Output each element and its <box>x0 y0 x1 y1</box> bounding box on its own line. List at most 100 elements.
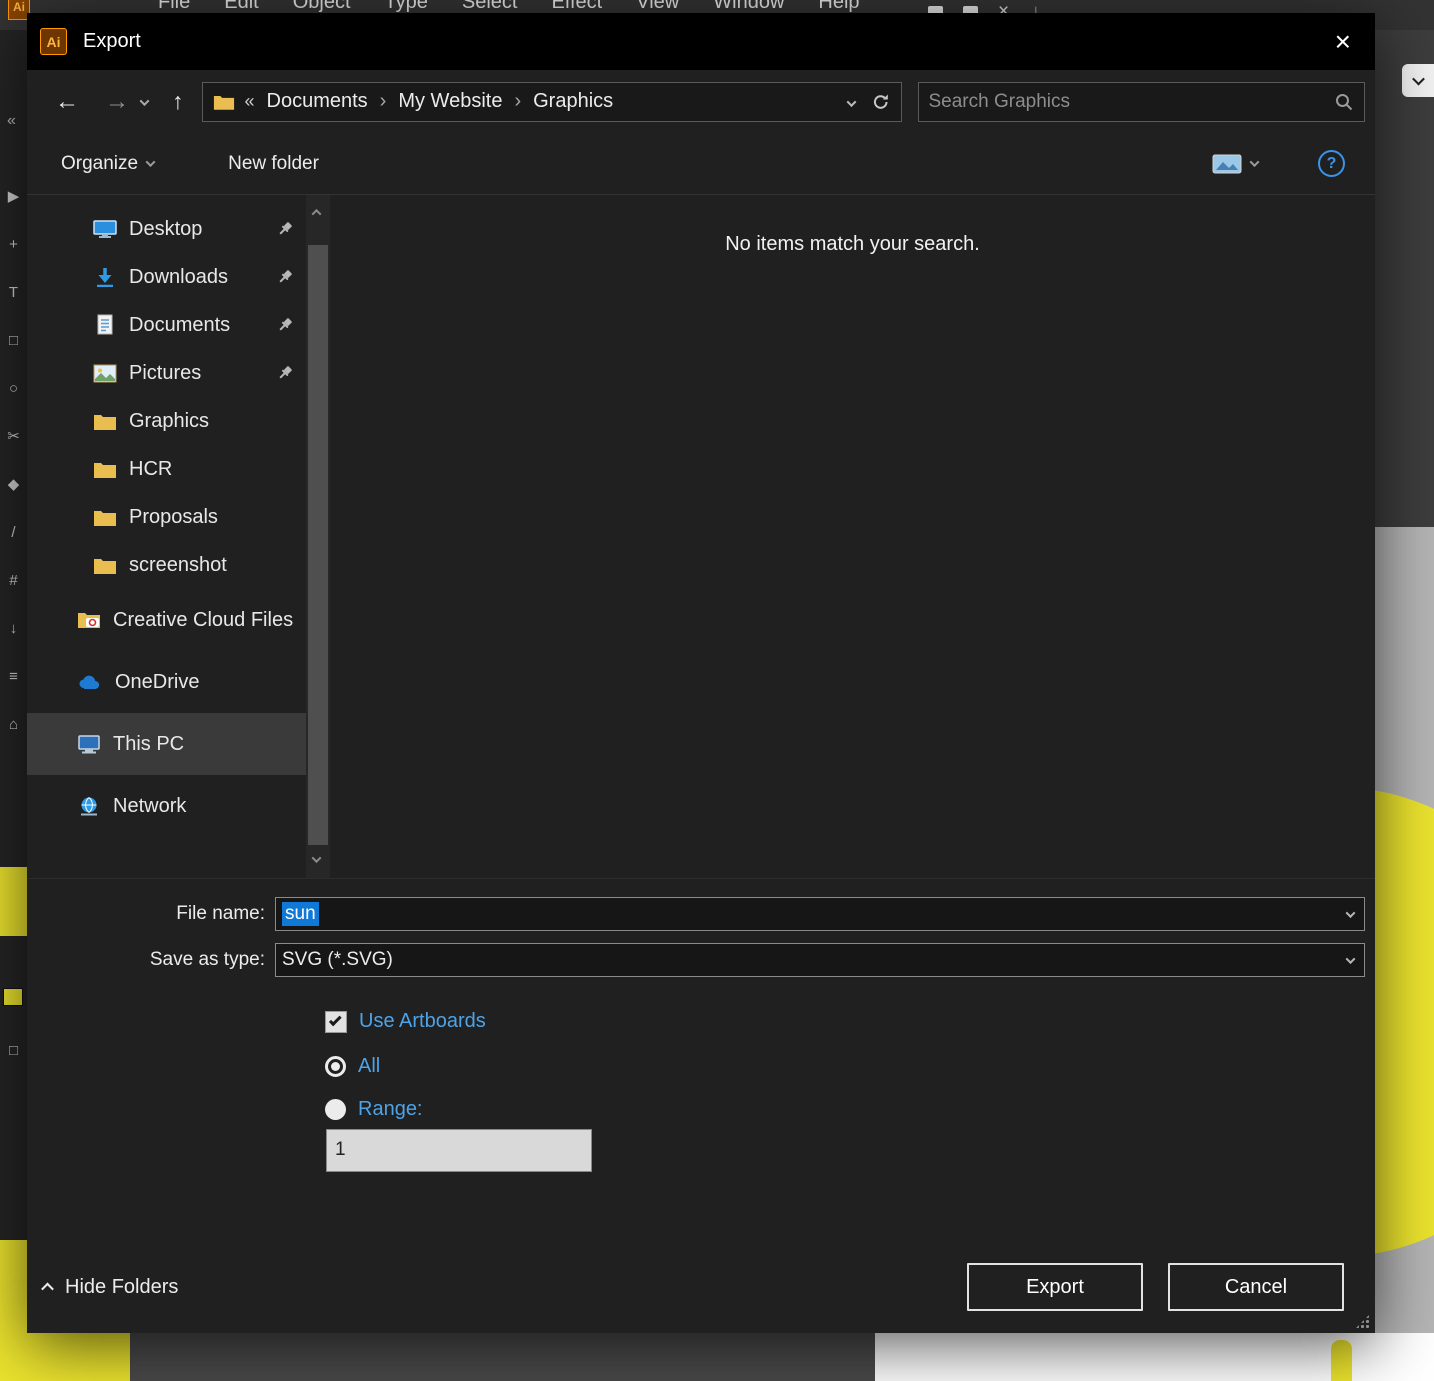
organize-button[interactable]: Organize <box>61 153 156 175</box>
menu-view[interactable]: View <box>636 0 679 14</box>
close-icon[interactable]: × <box>1335 26 1351 58</box>
breadcrumb-segment-documents[interactable]: Documents <box>267 90 368 113</box>
sidebar-item-network[interactable]: Network <box>27 775 306 837</box>
line-tool-icon[interactable]: / <box>11 524 15 542</box>
export-button[interactable]: Export <box>967 1263 1143 1311</box>
sidebar-item-desktop[interactable]: Desktop <box>27 205 306 253</box>
dialog-footer: Hide Folders Export Cancel <box>27 1241 1375 1333</box>
back-button[interactable]: ← <box>55 88 79 116</box>
recent-locations-chevron-icon[interactable] <box>139 93 150 111</box>
type-tool-icon[interactable]: T <box>9 284 18 302</box>
breadcrumb-overflow-icon[interactable]: « <box>245 91 255 112</box>
sidebar-item-documents[interactable]: Documents <box>27 301 306 349</box>
chevron-down-icon[interactable] <box>1345 951 1356 969</box>
breadcrumb-separator-icon: › <box>379 90 387 112</box>
creative-cloud-icon <box>77 610 103 630</box>
sidebar-item-pictures[interactable]: Pictures <box>27 349 306 397</box>
range-input[interactable]: 1 <box>326 1129 592 1172</box>
save-as-type-select[interactable]: SVG (*.SVG) <box>275 943 1365 977</box>
sidebar-item-creative-cloud-files[interactable]: Creative Cloud Files <box>27 589 306 651</box>
range-radio[interactable] <box>325 1099 346 1120</box>
sidebar-item-onedrive[interactable]: OneDrive <box>27 651 306 713</box>
range-label[interactable]: Range: <box>358 1098 423 1121</box>
scrollbar-thumb[interactable] <box>308 245 328 845</box>
rectangle-tool-icon[interactable]: □ <box>9 332 18 350</box>
refresh-icon[interactable] <box>871 92 891 112</box>
menu-effect[interactable]: Effect <box>551 0 602 14</box>
blend-tool-icon[interactable]: ≡ <box>9 668 18 686</box>
folder-icon <box>213 95 234 110</box>
sidebar-item-this-pc[interactable]: This PC <box>27 713 306 775</box>
hide-folders-button[interactable]: Hide Folders <box>41 1276 178 1299</box>
sidebar-item-screenshot[interactable]: screenshot <box>27 541 306 589</box>
save-as-type-value: SVG (*.SVG) <box>282 949 393 970</box>
view-mode-button[interactable] <box>1212 152 1260 176</box>
menu-help[interactable]: Help <box>818 0 859 14</box>
breadcrumb-segment-graphics[interactable]: Graphics <box>533 90 613 113</box>
new-folder-button[interactable]: New folder <box>228 153 319 175</box>
dialog-title: Export <box>83 30 141 52</box>
search-input[interactable]: Search Graphics <box>917 81 1365 122</box>
ellipse-tool-icon[interactable]: ○ <box>9 380 18 398</box>
sidebar-item-hcr[interactable]: HCR <box>27 445 306 493</box>
file-name-label: File name: <box>176 903 265 924</box>
panel-expand-button[interactable] <box>1402 64 1434 97</box>
sidebar-scrollbar[interactable] <box>306 195 330 878</box>
pin-icon <box>277 316 294 333</box>
grid-tool-icon[interactable]: # <box>9 572 17 590</box>
artwork-sun-ray <box>1331 1340 1352 1381</box>
search-placeholder: Search Graphics <box>928 90 1071 112</box>
menu-type[interactable]: Type <box>385 0 428 14</box>
stroke-color-swatch[interactable]: □ <box>0 1042 27 1059</box>
address-dropdown-chevron-icon[interactable] <box>846 90 856 113</box>
all-label[interactable]: All <box>358 1055 380 1078</box>
fill-color-swatch[interactable] <box>3 988 23 1006</box>
network-globe-icon <box>77 796 103 816</box>
file-name-input[interactable]: sun <box>275 897 1365 931</box>
artboard-tool-icon[interactable]: ⌂ <box>9 716 18 734</box>
menu-select[interactable]: Select <box>462 0 518 14</box>
all-radio[interactable] <box>325 1056 346 1077</box>
direct-selection-tool-icon[interactable]: + <box>9 236 18 254</box>
sidebar-item-proposals[interactable]: Proposals <box>27 493 306 541</box>
help-button[interactable]: ? <box>1318 150 1345 177</box>
folder-icon <box>93 412 119 431</box>
menu-file[interactable]: File <box>158 0 190 14</box>
chevron-down-icon <box>145 157 156 168</box>
shape-tool-icon[interactable]: ◆ <box>8 476 20 494</box>
selection-tool-icon[interactable]: ▶ <box>8 188 20 206</box>
export-dialog: Ai Export × ← → ↑ « Documents › My Websi… <box>27 13 1375 1333</box>
chevron-up-icon <box>41 1282 54 1295</box>
use-artboards-label[interactable]: Use Artboards <box>359 1010 486 1033</box>
gradient-tool-icon[interactable]: ↓ <box>10 620 18 638</box>
breadcrumb-segment-my-website[interactable]: My Website <box>398 90 502 113</box>
sidebar-item-downloads[interactable]: Downloads <box>27 253 306 301</box>
resize-grip[interactable] <box>1355 1314 1370 1329</box>
file-fields: File name: sun Save as type: SVG (*.SVG) <box>27 879 1375 992</box>
use-artboards-checkbox[interactable] <box>325 1010 347 1033</box>
scroll-up-icon[interactable] <box>311 203 322 221</box>
dialog-body: Desktop Downloads Documents Pictures Gra… <box>27 195 1375 879</box>
cancel-button[interactable]: Cancel <box>1168 1263 1344 1311</box>
scroll-down-icon[interactable] <box>311 850 322 868</box>
search-icon[interactable] <box>1334 92 1354 112</box>
view-thumbnail-icon <box>1212 154 1242 173</box>
scissors-tool-icon[interactable]: ✂ <box>7 428 20 446</box>
pin-icon <box>277 220 294 237</box>
dialog-toolbar: Organize New folder ? <box>27 133 1375 195</box>
save-as-type-label: Save as type: <box>149 949 265 970</box>
up-button[interactable]: ↑ <box>172 88 184 115</box>
breadcrumb[interactable]: « Documents › My Website › Graphics <box>201 81 902 122</box>
toolbar-collapse-icon[interactable]: « <box>7 112 16 130</box>
sidebar-item-graphics[interactable]: Graphics <box>27 397 306 445</box>
document-icon <box>93 314 119 336</box>
pictures-icon <box>93 364 119 383</box>
forward-button[interactable]: → <box>105 88 129 116</box>
chevron-down-icon[interactable] <box>1345 905 1356 923</box>
computer-icon <box>77 734 103 755</box>
navigation-row: ← → ↑ « Documents › My Website › Graphic… <box>27 70 1375 133</box>
menu-object[interactable]: Object <box>293 0 351 14</box>
chevron-down-icon <box>1249 157 1260 168</box>
menu-window[interactable]: Window <box>713 0 784 14</box>
menu-edit[interactable]: Edit <box>224 0 258 14</box>
